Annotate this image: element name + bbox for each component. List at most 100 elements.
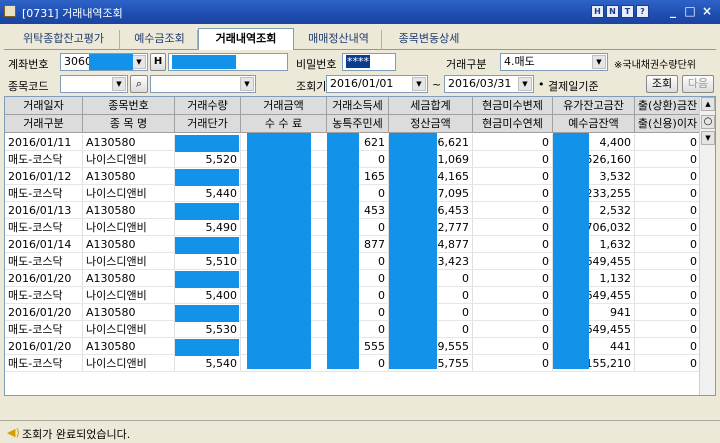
grid-cell[interactable]: 0: [473, 236, 553, 253]
grid-cell[interactable]: 2016/01/20: [5, 304, 83, 321]
grid-cell[interactable]: 나이스디앤비: [83, 151, 175, 168]
tab-settlement[interactable]: 매매정산내역: [296, 30, 382, 50]
chevron-down-icon[interactable]: ▼: [112, 77, 126, 91]
scroll-up-icon[interactable]: ▲: [701, 97, 715, 111]
grid-cell[interactable]: 0: [635, 287, 701, 304]
grid-cell[interactable]: 5,490: [175, 219, 241, 236]
password-input[interactable]: ****: [342, 53, 396, 71]
grid-cell[interactable]: 나이스디앤비: [83, 287, 175, 304]
chevron-down-icon[interactable]: ▼: [518, 77, 532, 91]
title-bar[interactable]: [0731] 거래내역조회 H N T ? _ □ ×: [0, 0, 720, 24]
grid-cell[interactable]: A130580: [83, 236, 175, 253]
col-header[interactable]: 정산금액: [389, 115, 473, 133]
chevron-down-icon[interactable]: ▼: [592, 55, 606, 69]
grid-cell[interactable]: 0: [473, 304, 553, 321]
grid-cell[interactable]: 5,400: [175, 287, 241, 304]
col-header[interactable]: 거래수량: [175, 97, 241, 115]
grid-cell[interactable]: 0: [635, 338, 701, 355]
grid-cell[interactable]: 0: [635, 253, 701, 270]
scroll-circle-icon[interactable]: ○: [701, 115, 715, 129]
vertical-scrollbar[interactable]: ▲ ○ ▼: [699, 97, 715, 395]
grid-cell[interactable]: 0: [635, 321, 701, 338]
grid-cell[interactable]: 0: [635, 202, 701, 219]
grid-cell[interactable]: A130580: [83, 270, 175, 287]
grid-cell[interactable]: 5,440: [175, 185, 241, 202]
grid-cell[interactable]: 매도-코스닥: [5, 321, 83, 338]
tab-consolidated-balance[interactable]: 위탁종합잔고평가: [8, 30, 120, 50]
col-header[interactable]: 유가잔고금잔: [553, 97, 635, 115]
col-header[interactable]: 거래단가: [175, 115, 241, 133]
grid-cell[interactable]: 0: [473, 355, 553, 372]
n-icon[interactable]: N: [606, 5, 619, 18]
grid-cell[interactable]: 2016/01/13: [5, 202, 83, 219]
stock-name-select[interactable]: ▼: [150, 75, 256, 93]
close-button[interactable]: ×: [700, 4, 714, 19]
grid-cell[interactable]: 0: [635, 168, 701, 185]
col-header[interactable]: 종목번호: [83, 97, 175, 115]
grid-cell[interactable]: 2016/01/14: [5, 236, 83, 253]
col-header[interactable]: 거래소득세: [327, 97, 389, 115]
h-icon[interactable]: H: [591, 5, 604, 18]
chevron-down-icon[interactable]: ▼: [240, 77, 254, 91]
grid-cell[interactable]: 0: [635, 304, 701, 321]
minimize-button[interactable]: _: [666, 4, 680, 19]
col-header[interactable]: 거래일자: [5, 97, 83, 115]
grid-cell[interactable]: 2016/01/20: [5, 338, 83, 355]
chevron-down-icon[interactable]: ▼: [412, 77, 426, 91]
grid-cell[interactable]: 0: [473, 321, 553, 338]
grid-cell[interactable]: 매도-코스닥: [5, 185, 83, 202]
date-to-input[interactable]: 2016/03/31 ▼: [444, 75, 534, 93]
tab-deposit[interactable]: 예수금조회: [122, 30, 198, 50]
grid-cell[interactable]: 0: [473, 168, 553, 185]
grid-cell[interactable]: 2016/01/20: [5, 270, 83, 287]
col-header[interactable]: 출(신용)이자: [635, 115, 701, 133]
grid-cell[interactable]: 0: [635, 270, 701, 287]
col-header[interactable]: 거래금액: [241, 97, 327, 115]
trade-type-select[interactable]: 4.매도 ▼: [500, 53, 608, 71]
grid-cell[interactable]: 0: [635, 151, 701, 168]
grid-cell[interactable]: 나이스디앤비: [83, 355, 175, 372]
tab-trade-history[interactable]: 거래내역조회: [198, 28, 294, 50]
col-header[interactable]: 종 목 명: [83, 115, 175, 133]
grid-cell[interactable]: 5,510: [175, 253, 241, 270]
grid-cell[interactable]: A130580: [83, 202, 175, 219]
grid-cell[interactable]: 2016/01/12: [5, 168, 83, 185]
grid-cell[interactable]: 0: [473, 287, 553, 304]
grid-cell[interactable]: 2016/01/11: [5, 134, 83, 151]
grid-cell[interactable]: 0: [635, 236, 701, 253]
help-icon[interactable]: ?: [636, 5, 649, 18]
grid-cell[interactable]: 매도-코스닥: [5, 151, 83, 168]
grid-cell[interactable]: 0: [473, 338, 553, 355]
grid-cell[interactable]: 나이스디앤비: [83, 253, 175, 270]
grid-cell[interactable]: 0: [635, 355, 701, 372]
grid-cell[interactable]: 나이스디앤비: [83, 219, 175, 236]
col-header[interactable]: 현금미수연체: [473, 115, 553, 133]
date-from-input[interactable]: 2016/01/01 ▼: [326, 75, 428, 93]
next-button[interactable]: 다음: [682, 75, 714, 93]
grid-cell[interactable]: 매도-코스닥: [5, 253, 83, 270]
grid-cell[interactable]: 0: [635, 185, 701, 202]
grid-cell[interactable]: A130580: [83, 304, 175, 321]
col-header[interactable]: 출(상환)금잔: [635, 97, 701, 115]
t-icon[interactable]: T: [621, 5, 634, 18]
grid-cell[interactable]: 0: [635, 134, 701, 151]
query-button[interactable]: 조회: [646, 75, 678, 93]
col-header[interactable]: 현금미수변제: [473, 97, 553, 115]
account-h-button[interactable]: H: [150, 53, 166, 71]
search-button[interactable]: ⌕: [130, 75, 148, 93]
grid-cell[interactable]: 0: [473, 219, 553, 236]
grid-cell[interactable]: 0: [473, 134, 553, 151]
grid-cell[interactable]: 0: [473, 151, 553, 168]
grid-cell[interactable]: 나이스디앤비: [83, 185, 175, 202]
grid-cell[interactable]: 5,520: [175, 151, 241, 168]
grid-cell[interactable]: A130580: [83, 168, 175, 185]
grid-cell[interactable]: 매도-코스닥: [5, 287, 83, 304]
grid-cell[interactable]: 0: [473, 270, 553, 287]
grid-cell[interactable]: A130580: [83, 338, 175, 355]
grid-cell[interactable]: 매도-코스닥: [5, 355, 83, 372]
col-header[interactable]: 세금합계: [389, 97, 473, 115]
col-header[interactable]: 수 수 료: [241, 115, 327, 133]
col-header[interactable]: 거래구분: [5, 115, 83, 133]
grid-cell[interactable]: 5,530: [175, 321, 241, 338]
grid-cell[interactable]: 5,540: [175, 355, 241, 372]
